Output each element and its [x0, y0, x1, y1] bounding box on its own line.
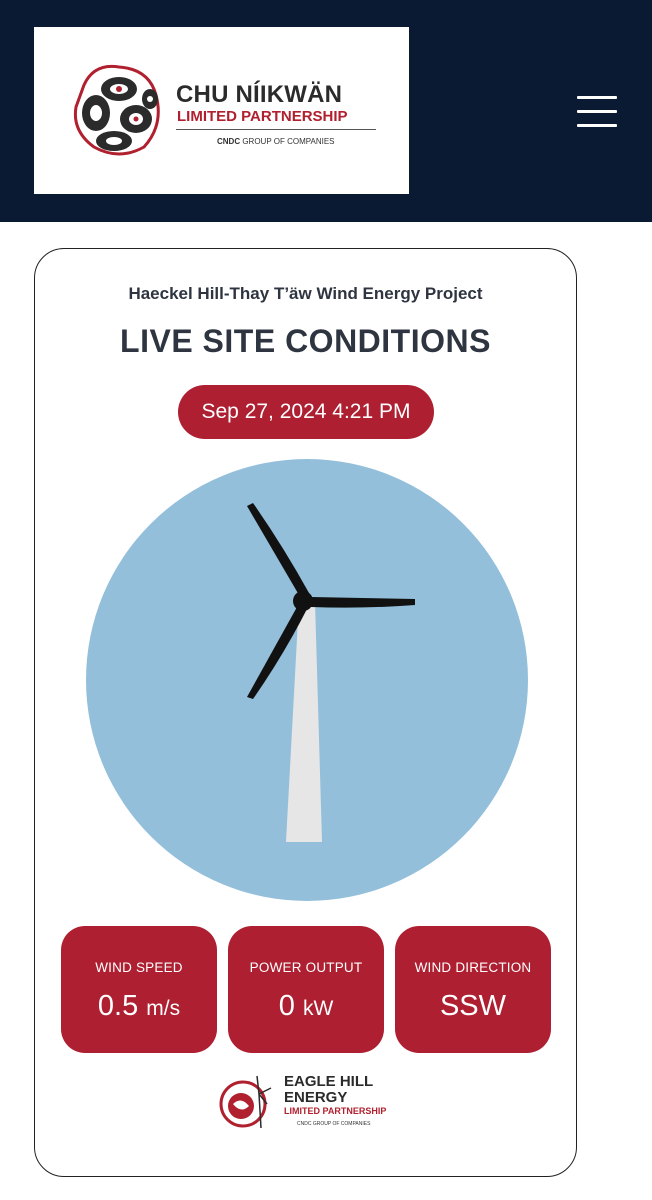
page-title: LIVE SITE CONDITIONS: [120, 323, 491, 359]
timestamp-badge: Sep 27, 2024 4:21 PM: [178, 385, 434, 439]
wind-speed-value: 0.5 m/s: [97, 990, 181, 1022]
turbine-hub: [293, 591, 313, 611]
chu-niikwan-logo[interactable]: CHU NÍIKWÄN LIMITED PARTNERSHIP CNDC GRO…: [34, 27, 409, 194]
logo-group-text: CNDC GROUP OF COMPANIES: [217, 137, 335, 146]
project-name: Haeckel Hill-Thay T’äw Wind Energy Proje…: [128, 284, 483, 303]
footer-logo-title: EAGLE HILL ENERGY: [284, 1073, 374, 1106]
wind-turbine-icon: [86, 459, 528, 901]
timestamp-text: Sep 27, 2024 4:21 PM: [201, 400, 411, 423]
footer-logo-subtitle: LIMITED PARTNERSHIP: [284, 1106, 387, 1116]
logo-subtitle: LIMITED PARTNERSHIP: [177, 108, 348, 125]
logo-title: CHU NÍIKWÄN: [176, 81, 343, 108]
formline-crest-icon: [73, 64, 160, 156]
wind-speed-label: WIND SPEED: [95, 960, 183, 975]
power-output-label: POWER OUTPUT: [249, 960, 363, 975]
footer-logo-group: CNDC GROUP OF COMPANIES: [297, 1121, 371, 1127]
eagle-hill-energy-logo[interactable]: EAGLE HILL ENERGY LIMITED PARTNERSHIP CND…: [217, 1074, 397, 1134]
wind-direction-card: WIND DIRECTION SSW: [395, 926, 551, 1053]
hamburger-menu-icon[interactable]: [574, 92, 620, 130]
site-header: CHU NÍIKWÄN LIMITED PARTNERSHIP CNDC GRO…: [0, 0, 652, 222]
power-output-unit: kW: [302, 997, 334, 1020]
site-conditions-card: Haeckel Hill-Thay T’äw Wind Energy Proje…: [34, 248, 577, 1177]
wind-speed-card: WIND SPEED 0.5 m/s: [61, 926, 217, 1053]
eagle-turbine-emblem-icon: [219, 1075, 272, 1129]
power-output-value: 0 kW: [278, 990, 334, 1022]
wind-direction-label: WIND DIRECTION: [414, 960, 532, 975]
wind-speed-unit: m/s: [146, 997, 181, 1020]
logo-divider: [176, 129, 376, 130]
power-output-card: POWER OUTPUT 0 kW: [228, 926, 384, 1053]
wind-direction-value: SSW: [439, 990, 507, 1022]
